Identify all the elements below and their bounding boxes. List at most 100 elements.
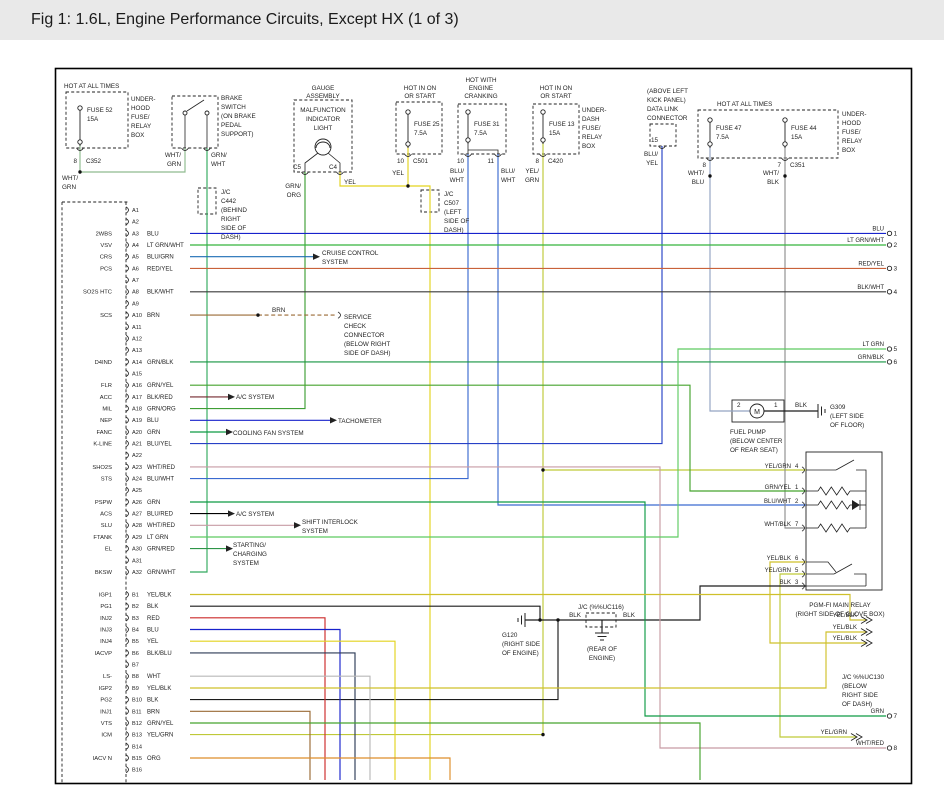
label-above-left: (ABOVE LEFT [647, 88, 688, 95]
label-hot-in-on: HOT IN ON [404, 85, 437, 92]
label-wht: WHT/ [763, 170, 779, 177]
ecm-wirecolor-B8: WHT [147, 674, 161, 680]
label-15a: 15A [87, 116, 99, 123]
label-or-start: OR START [540, 93, 571, 100]
ecm-pin-A25: A25 [132, 488, 142, 494]
ecm-wirecolor-B11: BRN [147, 709, 160, 715]
ecm-pin-A5: A5 [132, 255, 139, 261]
label-fuse: FUSE/ [582, 125, 601, 132]
ecm-pin-A2: A2 [132, 220, 139, 226]
label-10: 10 [457, 158, 465, 165]
ecm-wirecolor-A8: BLK/WHT [147, 290, 174, 296]
ecm-terminal-SCS: SCS [100, 313, 112, 319]
ecm-terminal-PCS: PCS [100, 266, 112, 272]
label-support: SUPPORT) [221, 131, 253, 138]
edge-terminal-number-5: 5 [894, 346, 898, 353]
ecm-terminal-NEP: NEP [100, 418, 112, 424]
ecm-terminal-PG2: PG2 [100, 698, 112, 704]
relay-pin-wire-3: BLK [780, 580, 791, 586]
ecm-terminal-IGP1: IGP1 [99, 593, 112, 599]
label-wht: WHT [501, 177, 515, 184]
ecm-wirecolor-B9: YEL/BLK [147, 686, 171, 692]
label-grn: GRN [525, 177, 539, 184]
ecm-pin-A6: A6 [132, 266, 139, 272]
ecm-pin-A31: A31 [132, 558, 142, 564]
label-below-center: (BELOW CENTER [730, 438, 783, 445]
edge-wire-label-5: LT GRN [863, 342, 884, 348]
label-pedal: PEDAL [221, 122, 242, 129]
label-below: (BELOW [842, 683, 867, 690]
label-indicator: INDICATOR [306, 116, 341, 123]
label-c507: C507 [444, 200, 460, 207]
label-fuse-13: FUSE 13 [549, 121, 575, 128]
ecm-terminal-INJ2: INJ2 [100, 616, 112, 622]
ecm-pin-B12: B12 [132, 721, 142, 727]
label-pgm-fi-main-relay: PGM-FI MAIN RELAY [809, 602, 871, 609]
ecm-terminal-INJ1: INJ1 [100, 709, 112, 715]
label-kick-panel: KICK PANEL) [647, 97, 686, 104]
label-c5: C5 [293, 164, 302, 171]
label-2: 2 [737, 402, 741, 409]
ecm-terminal-FANC: FANC [97, 430, 112, 436]
edge-terminal-5 [887, 347, 891, 351]
ecm-pin-B16: B16 [132, 768, 142, 774]
label-on-brake: (ON BRAKE [221, 113, 256, 120]
ecm-terminal-FLR: FLR [101, 383, 112, 389]
label-dash: DASH) [221, 234, 241, 241]
label-system: SYSTEM [233, 560, 259, 567]
label-fuse-52: FUSE 52 [87, 107, 113, 114]
edge-terminal-number-4: 4 [894, 289, 898, 296]
junction-dot [541, 733, 544, 736]
label-hot-at-all-times: HOT AT ALL TIMES [717, 101, 772, 108]
ecm-wirecolor-A29: LT GRN [147, 535, 168, 541]
label-8: 8 [73, 158, 77, 165]
edge-wire-label-arrow-8: YEL/BLK [833, 636, 857, 642]
edge-terminal-number-3: 3 [894, 266, 898, 273]
label-dash: DASH [582, 116, 600, 123]
label-wht: WHT/ [688, 170, 704, 177]
ecm-pin-A7: A7 [132, 278, 139, 284]
label-fuel-pump: FUEL PUMP [730, 429, 766, 436]
label-15a: 15A [549, 130, 561, 137]
label-gauge: GAUGE [312, 85, 335, 92]
label-wht: WHT/ [165, 152, 181, 159]
label-11: 11 [487, 158, 494, 165]
label-blu: BLU/ [644, 151, 658, 158]
label-7: 7 [777, 162, 781, 169]
ecm-terminal-SHO2S: SHO2S [92, 465, 112, 471]
label-c352: C352 [86, 158, 102, 165]
ecm-wirecolor-A3: BLU [147, 231, 159, 237]
ecm-wirecolor-A28: WHT/RED [147, 523, 176, 529]
label-under: UNDER- [131, 96, 156, 103]
label-box: BOX [842, 147, 856, 154]
label-connector: CONNECTOR [344, 332, 385, 339]
junction-dot [541, 468, 544, 471]
ecm-wirecolor-A19: BLU [147, 418, 159, 424]
ecm-terminal-CRS: CRS [100, 255, 112, 261]
label-c351: C351 [790, 162, 806, 169]
relay-pin-wire-7: WHT/BLK [764, 522, 791, 528]
label-blk: BLK [569, 612, 582, 619]
junction-dot [406, 184, 409, 187]
ecm-pin-A13: A13 [132, 348, 142, 354]
label-15a: 15A [791, 134, 803, 141]
edge-terminal-8 [887, 746, 891, 750]
label-rear-of: (REAR OF [587, 646, 617, 653]
label-box: BOX [131, 132, 145, 139]
label-c442: C442 [221, 198, 237, 205]
label-cooling-fan-system: COOLING FAN SYSTEM [233, 430, 304, 437]
label-left-side: (LEFT SIDE [830, 413, 864, 420]
ecm-wirecolor-A26: GRN [147, 500, 160, 506]
ecm-wirecolor-B4: BLU [147, 628, 159, 634]
edge-terminal-2 [887, 243, 891, 247]
ecm-pin-A22: A22 [132, 453, 142, 459]
ecm-pin-B11: B11 [132, 709, 142, 715]
label-hood: HOOD [131, 105, 150, 112]
ecm-wirecolor-A32: GRN/WHT [147, 570, 176, 576]
edge-wire-label-arrow-7: YEL/BLK [833, 625, 857, 631]
relay-pin-wire-4: YEL/GRN [765, 464, 791, 470]
edge-wire-label-8: WHT/RED [856, 741, 885, 747]
ecm-terminal-VTS: VTS [101, 721, 112, 727]
edge-wire-label-3: RED/YEL [858, 262, 884, 268]
label-blu: BLU/ [450, 168, 464, 175]
